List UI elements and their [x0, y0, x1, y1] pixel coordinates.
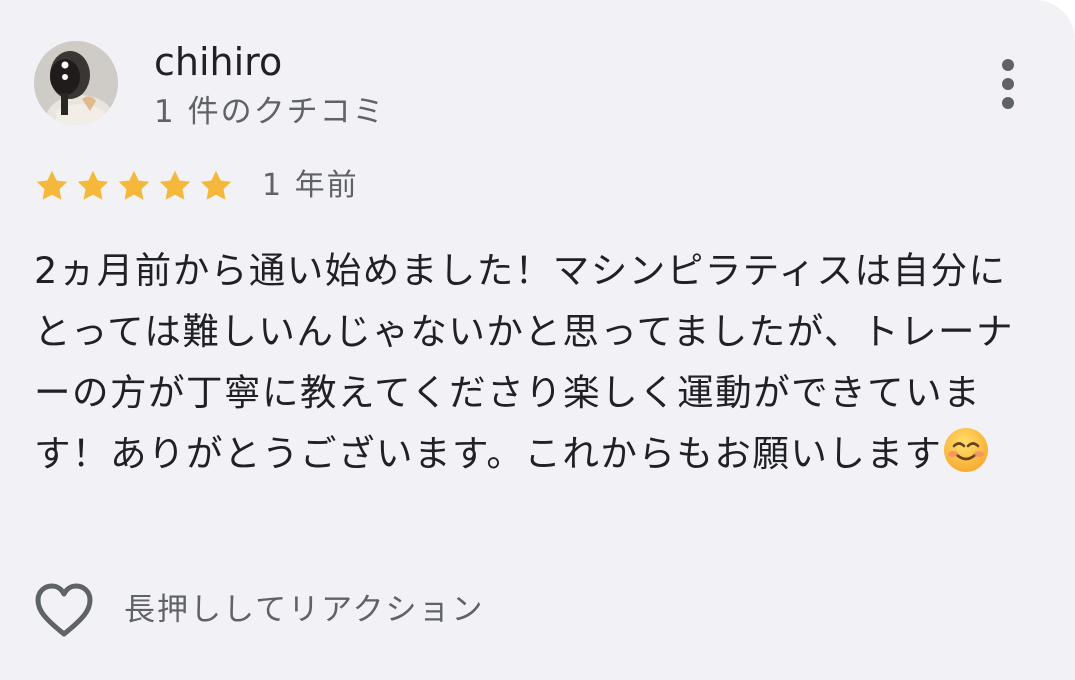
- review-text: 2ヵ月前から通い始めました！マシンピラティスは自分にとっては難しいんじゃないかと…: [34, 240, 1044, 484]
- smiling-face-emoji-icon: [942, 426, 990, 474]
- avatar-photo-icon: [34, 41, 118, 125]
- star-icon: [34, 168, 70, 204]
- react-heart-button[interactable]: [34, 582, 94, 640]
- star-rating: [34, 168, 234, 204]
- more-vert-icon: [1002, 59, 1014, 109]
- reaction-hint: 長押ししてリアクション: [124, 592, 485, 628]
- reviewer-name[interactable]: chihiro: [154, 40, 282, 84]
- star-icon: [198, 168, 234, 204]
- review-card: chihiro 1 件のクチコミ 1 年前 2ヵ月前から通い始めました！マシンピ…: [0, 0, 1075, 680]
- reviewer-review-count: 1 件のクチコミ: [154, 94, 386, 130]
- review-time-ago: 1 年前: [262, 168, 359, 203]
- more-options-button[interactable]: [988, 54, 1028, 114]
- star-icon: [157, 168, 193, 204]
- star-icon: [75, 168, 111, 204]
- reviewer-avatar[interactable]: [34, 41, 118, 125]
- star-icon: [116, 168, 152, 204]
- heart-outline-icon: [35, 583, 93, 637]
- review-body: 2ヵ月前から通い始めました！マシンピラティスは自分にとっては難しいんじゃないかと…: [34, 249, 1014, 475]
